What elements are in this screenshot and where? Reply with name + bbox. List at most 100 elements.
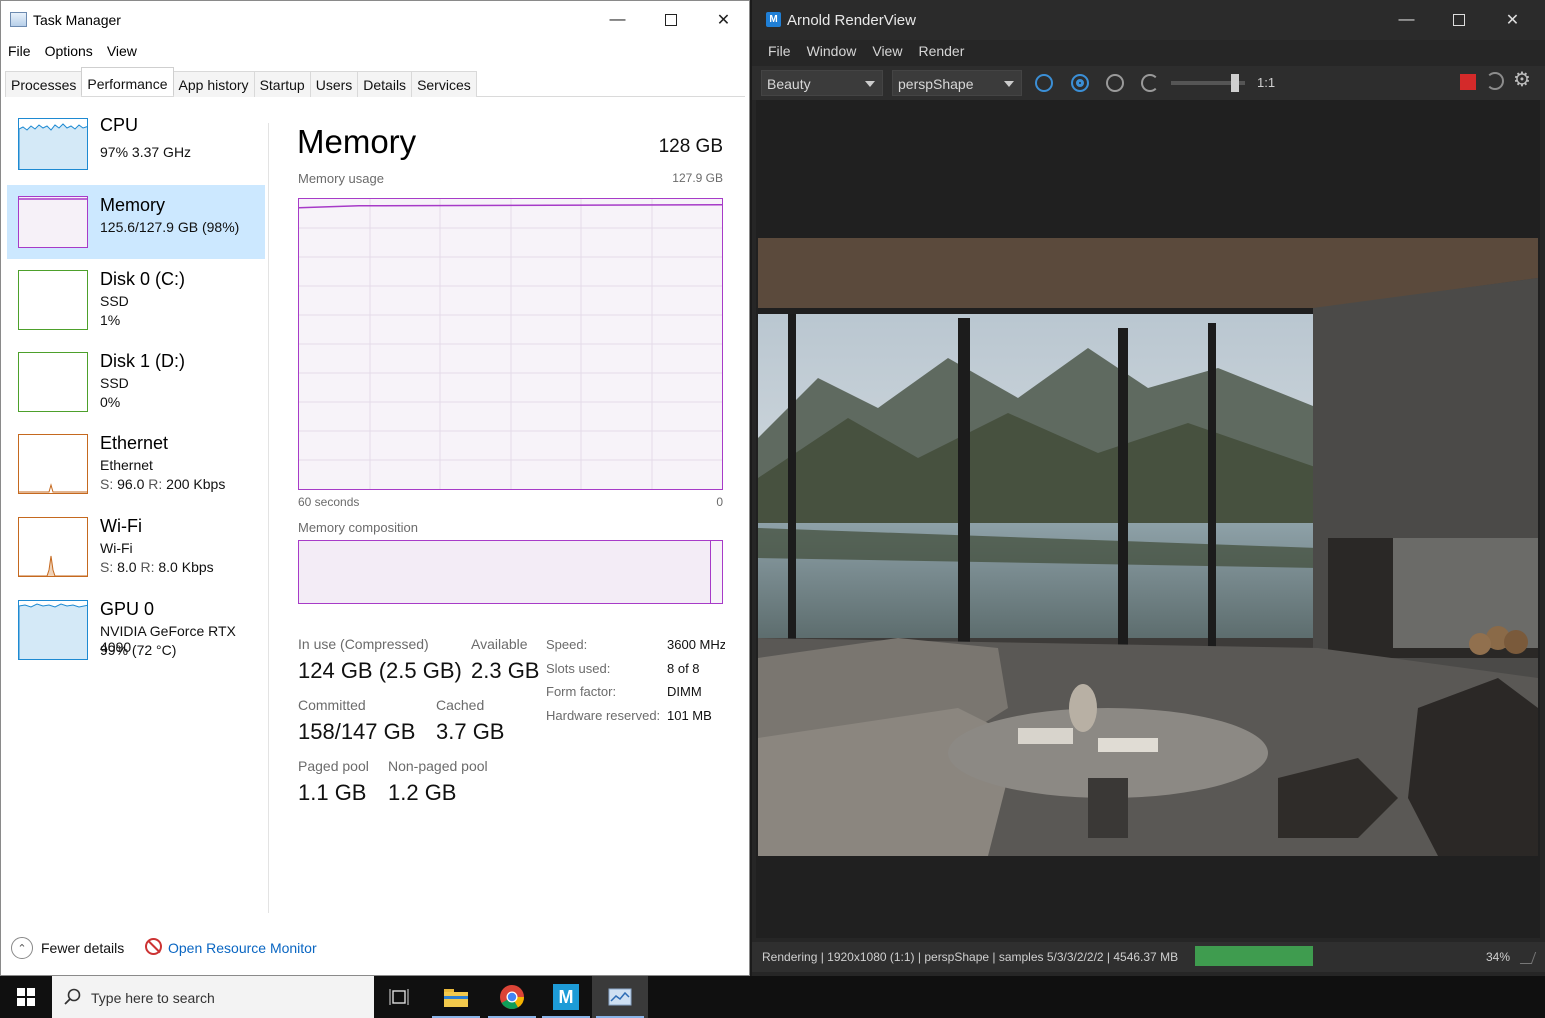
folder-icon <box>444 989 468 1007</box>
window-title: Arnold RenderView <box>787 12 916 29</box>
chevron-up-icon[interactable]: ⌃ <box>11 937 33 959</box>
graph-axis-end: 0 <box>716 495 723 509</box>
sidebar-detail: Ethernet <box>100 457 153 473</box>
close-button[interactable]: ✕ <box>697 1 750 39</box>
wifi-thumbnail-graph <box>18 517 88 577</box>
memory-thumbnail-graph <box>18 196 88 248</box>
resize-grip-icon[interactable] <box>1519 952 1537 964</box>
resource-monitor-icon <box>145 938 162 955</box>
send-value: 96.0 <box>117 476 145 492</box>
menu-render[interactable]: Render <box>910 43 972 59</box>
window-title: Task Manager <box>33 12 121 28</box>
taskbar-task-manager[interactable] <box>592 976 648 1018</box>
receive-label: R: <box>140 559 155 575</box>
camera-dropdown[interactable]: perspShape <box>892 70 1022 96</box>
menu-file[interactable]: File <box>1 43 38 65</box>
tab-app-history[interactable]: App history <box>172 71 255 97</box>
sidebar-item-disk0[interactable]: Disk 0 (C:) SSD 1% <box>7 269 265 343</box>
search-icon <box>64 988 81 1005</box>
sidebar-detail-2: S: 96.0 R: 200 Kbps <box>100 476 225 492</box>
menu-file[interactable]: File <box>760 43 799 59</box>
ipr-refresh-icon[interactable] <box>1486 72 1504 90</box>
maximize-button[interactable] <box>1432 1 1485 39</box>
minimize-button[interactable]: — <box>591 1 644 39</box>
minimize-button[interactable]: — <box>1380 1 1433 39</box>
rendered-image <box>758 238 1538 856</box>
render-scene-illustration <box>758 238 1538 856</box>
menu-view[interactable]: View <box>864 43 910 59</box>
nonpaged-pool-value: 1.2 GB <box>388 780 457 805</box>
open-resource-monitor-link[interactable]: Open Resource Monitor <box>168 940 317 956</box>
memory-composition-bar <box>298 540 723 604</box>
cached-label: Cached <box>436 697 485 713</box>
page-title: Memory <box>297 123 417 160</box>
hardware-reserved-value: 101 MB <box>667 708 712 723</box>
crop-icon[interactable] <box>1106 74 1124 92</box>
speed-label: Speed: <box>546 637 588 652</box>
slots-value: 8 of 8 <box>667 661 700 676</box>
sidebar-label: Memory <box>100 195 166 215</box>
tab-users[interactable]: Users <box>309 71 359 97</box>
task-view-button[interactable] <box>372 976 428 1018</box>
menu-options[interactable]: Options <box>38 43 100 65</box>
sidebar-label: Disk 0 (C:) <box>100 269 185 289</box>
sidebar-item-ethernet[interactable]: Ethernet Ethernet S: 96.0 R: 200 Kbps <box>7 433 265 507</box>
sidebar-detail: Wi-Fi <box>100 540 133 556</box>
pane-divider[interactable] <box>268 123 269 913</box>
sidebar-item-cpu[interactable]: CPU 97% 3.37 GHz <box>7 109 265 183</box>
close-button[interactable]: ✕ <box>1486 1 1539 39</box>
sidebar-item-wifi[interactable]: Wi-Fi Wi-Fi S: 8.0 R: 8.0 Kbps <box>7 516 265 590</box>
status-bar: Rendering | 1920x1080 (1:1) | perspShape… <box>752 942 1545 972</box>
taskbar-chrome[interactable] <box>484 976 540 1018</box>
task-manager-app-icon <box>10 12 27 27</box>
menu-view[interactable]: View <box>100 43 144 65</box>
task-manager-icon <box>608 988 632 1006</box>
sidebar-label: Wi-Fi <box>100 516 142 536</box>
form-factor-label: Form factor: <box>546 684 617 699</box>
sidebar-detail-2: 99% (72 °C) <box>100 642 177 658</box>
start-button[interactable] <box>0 976 52 1018</box>
ethernet-thumbnail-graph <box>18 434 88 494</box>
tab-processes[interactable]: Processes <box>5 71 83 97</box>
sidebar-detail: SSD <box>100 375 129 391</box>
in-use-segment <box>299 541 711 603</box>
sidebar-label: CPU <box>100 115 139 135</box>
speed-value: 3600 MHz <box>667 637 725 652</box>
gpu-thumbnail-graph <box>18 600 88 660</box>
settings-gear-icon[interactable]: ⚙ <box>1512 70 1532 90</box>
stop-render-button[interactable] <box>1460 74 1476 90</box>
task-view-icon <box>389 989 409 1005</box>
sidebar-item-memory[interactable]: Memory 125.6/127.9 GB (98%) <box>7 185 265 259</box>
tab-details[interactable]: Details <box>357 71 413 97</box>
aov-dropdown[interactable]: Beauty <box>761 70 883 96</box>
zoom-level: 1:1 <box>1257 75 1276 90</box>
camera-value: perspShape <box>898 76 974 92</box>
taskbar-search-box[interactable]: Type here to search <box>52 976 374 1018</box>
snapshot-icon[interactable] <box>1035 74 1053 92</box>
memory-usage-max: 127.9 GB <box>672 171 723 185</box>
memory-composition-label: Memory composition <box>298 520 418 535</box>
memory-usage-graph <box>298 198 723 490</box>
render-status-text: Rendering | 1920x1080 (1:1) | perspShape… <box>762 950 1179 964</box>
disk1-thumbnail-graph <box>18 352 88 412</box>
cpu-thumbnail-graph <box>18 118 88 170</box>
available-label: Available <box>471 636 528 652</box>
refresh-icon[interactable] <box>1141 74 1159 92</box>
exposure-slider-handle[interactable] <box>1231 74 1239 92</box>
sidebar-item-gpu0[interactable]: GPU 0 NVIDIA GeForce RTX 4090 99% (72 °C… <box>7 599 265 673</box>
fewer-details-button[interactable]: Fewer details <box>41 940 124 956</box>
tab-performance[interactable]: Performance <box>81 67 174 95</box>
region-render-icon[interactable] <box>1071 74 1089 92</box>
sidebar-detail-2: S: 8.0 R: 8.0 Kbps <box>100 559 214 575</box>
taskbar-file-explorer[interactable] <box>428 976 484 1018</box>
sidebar-item-disk1[interactable]: Disk 1 (D:) SSD 0% <box>7 351 265 425</box>
tab-startup[interactable]: Startup <box>253 71 311 97</box>
tab-services[interactable]: Services <box>411 71 477 97</box>
cached-value: 3.7 GB <box>436 719 505 744</box>
taskbar-maya[interactable]: M <box>538 976 594 1018</box>
sidebar-detail: SSD <box>100 293 129 309</box>
maximize-button[interactable] <box>644 1 697 39</box>
dropdown-arrow-icon <box>865 81 875 87</box>
task-manager-window: Task Manager — ✕ File Options View Proce… <box>0 0 750 976</box>
menu-window[interactable]: Window <box>799 43 865 59</box>
